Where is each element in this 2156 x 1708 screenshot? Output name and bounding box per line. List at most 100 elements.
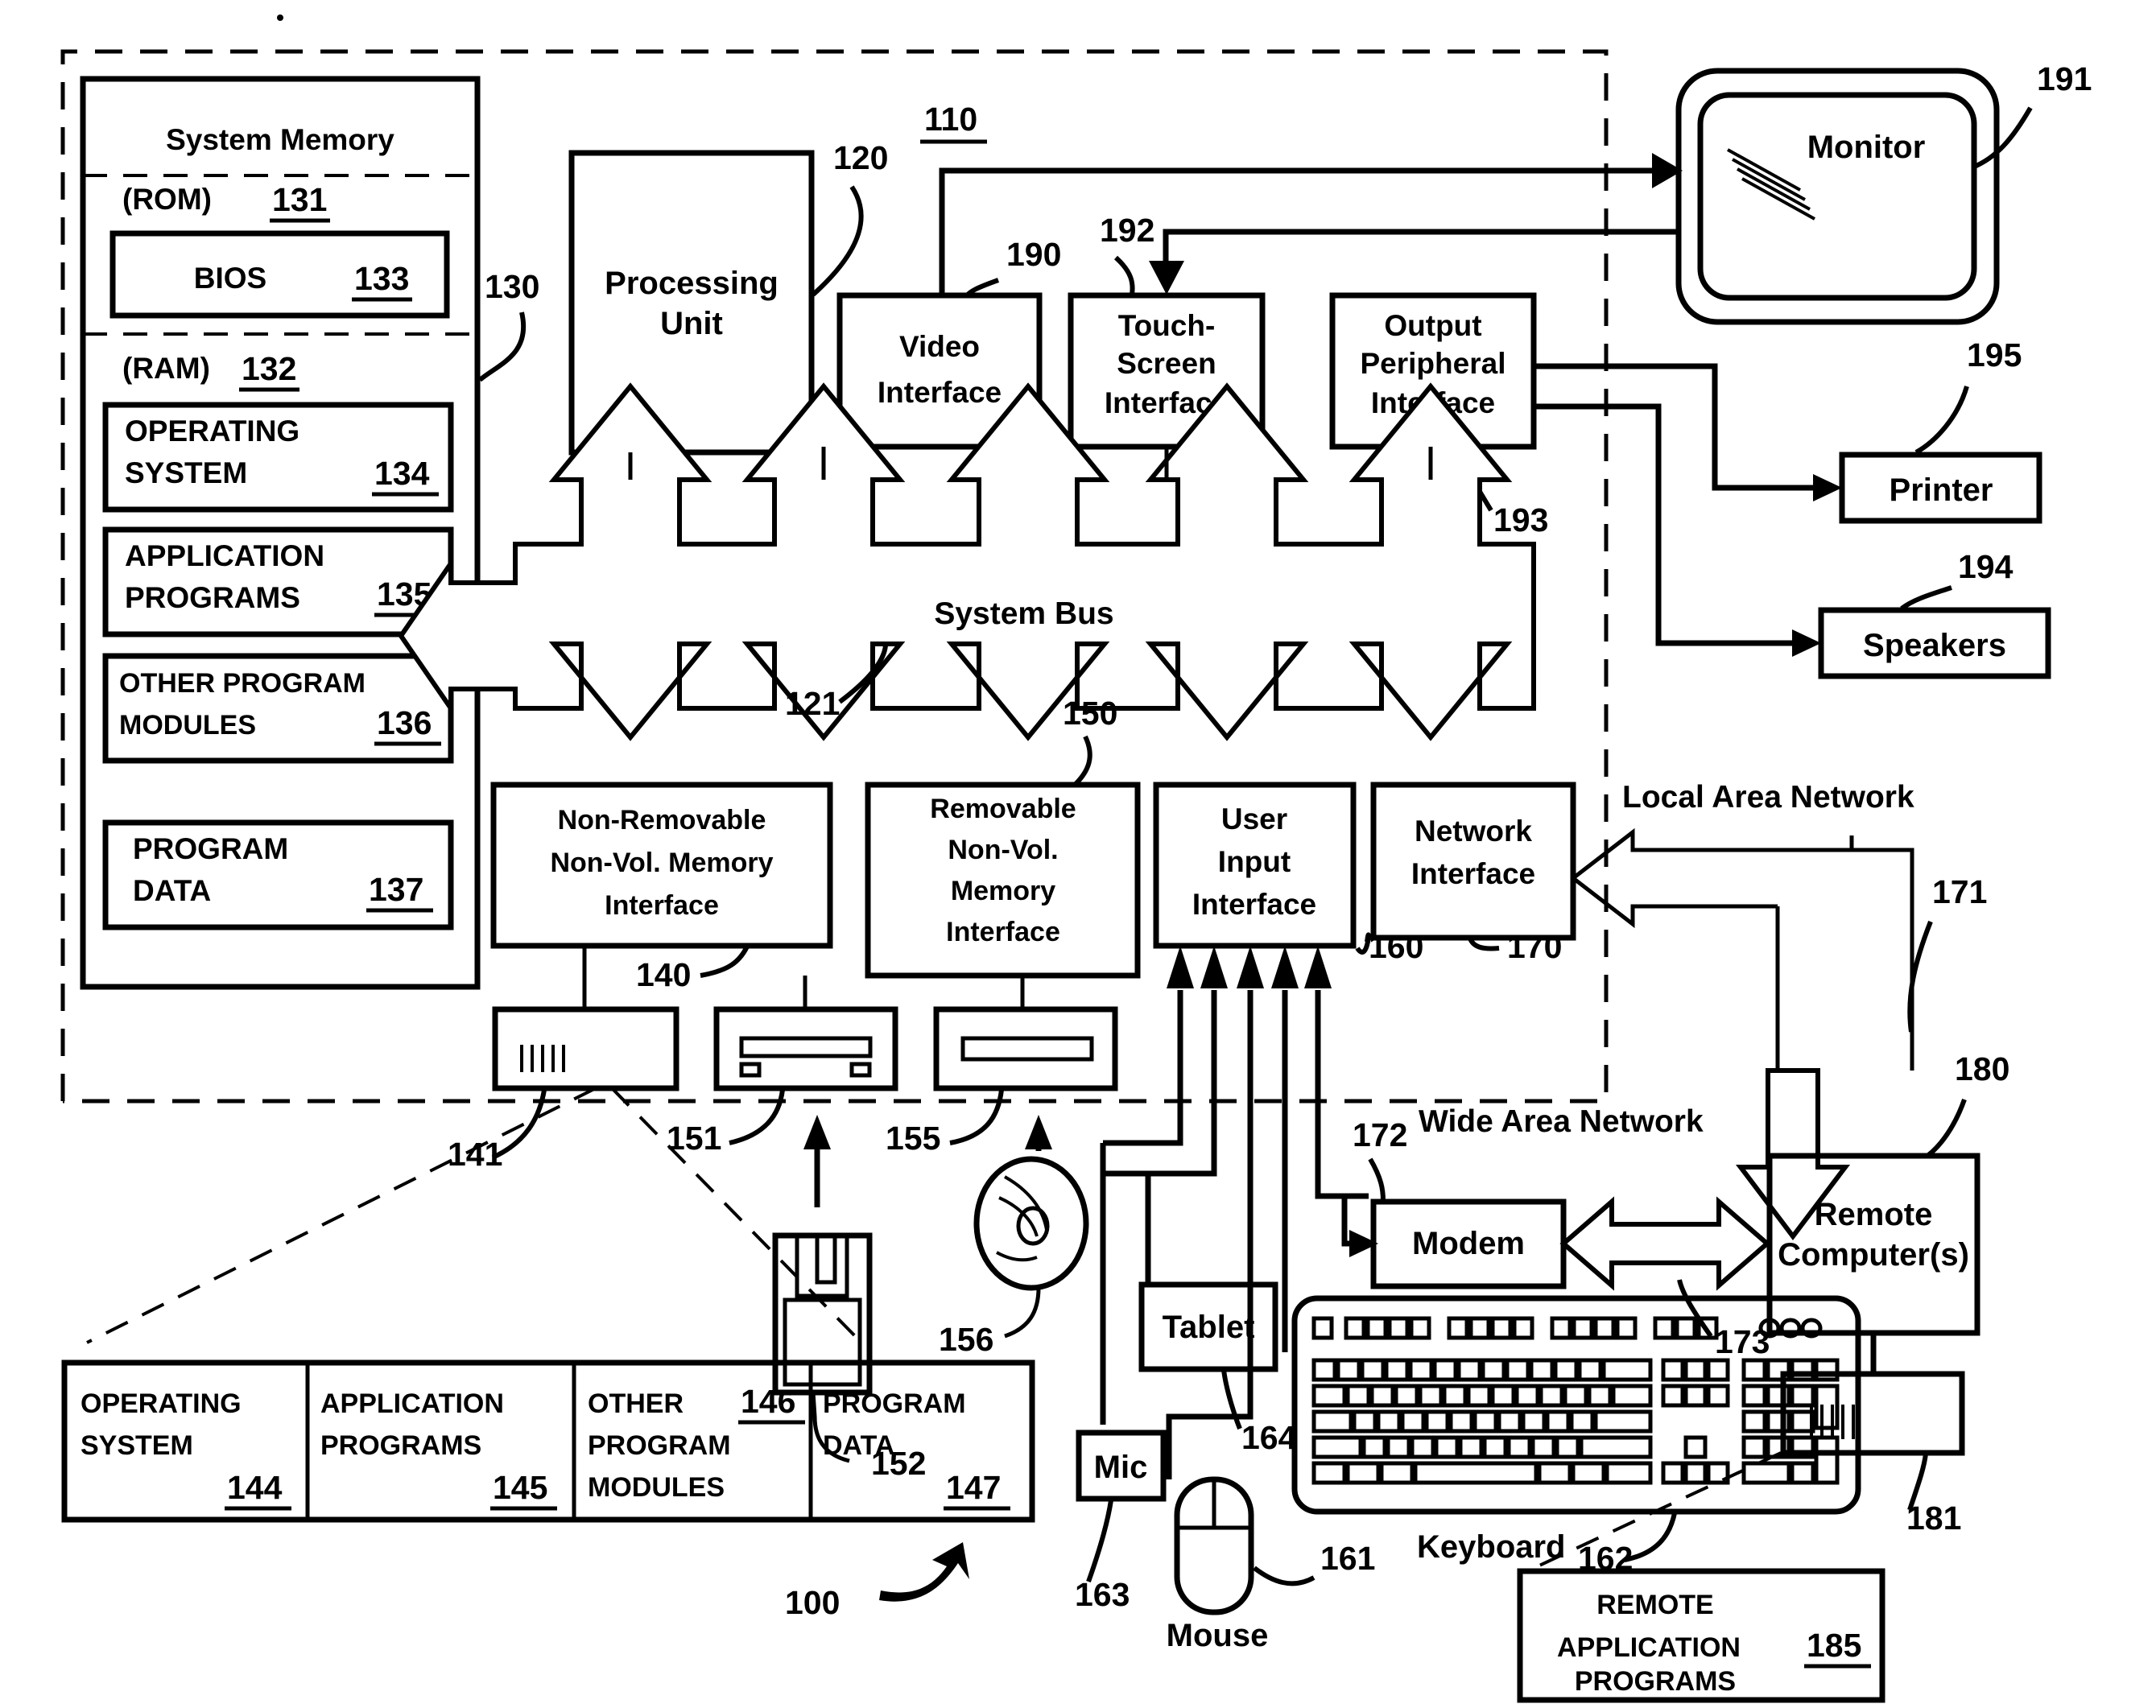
apps-line1: APPLICATION xyxy=(125,539,324,572)
remote-apps-line2: APPLICATION xyxy=(1557,1632,1741,1663)
printer-ref: 195 xyxy=(1967,336,2022,373)
monitor-to-touchscreen-line xyxy=(1163,229,1679,266)
computer-ref: 110 xyxy=(924,101,977,138)
remote-computer-line1: Remote xyxy=(1815,1197,1933,1232)
touchscreen-interface-leader xyxy=(1113,255,1135,295)
processing-unit-ref: 120 xyxy=(833,139,888,176)
lan-link xyxy=(1572,827,1854,929)
removable-leader xyxy=(1073,735,1092,786)
apps-line2: PROGRAMS xyxy=(125,581,300,614)
program-data-ref: 137 xyxy=(369,871,423,908)
optical-drive-leader xyxy=(949,1089,1004,1145)
exp-data-ref: 147 xyxy=(946,1469,1001,1506)
system-memory-title: System Memory xyxy=(166,123,394,156)
video-interface-line1: Video xyxy=(899,330,980,363)
user-input-line1: User xyxy=(1221,802,1287,835)
optical-insert-arrowhead xyxy=(1025,1115,1052,1149)
floppy-slot-icon xyxy=(739,1036,873,1058)
optical-disc-leader xyxy=(1004,1287,1041,1339)
remote-computer-line2: Computer(s) xyxy=(1778,1237,1969,1273)
system-bus-ref: 121 xyxy=(785,685,840,722)
exp-os-ref: 144 xyxy=(227,1469,283,1506)
exp-app-line1: APPLICATION xyxy=(320,1388,504,1419)
speakers-label: Speakers xyxy=(1863,628,2006,663)
removable-line1: Removable xyxy=(930,794,1076,824)
system-bus-label: System Bus xyxy=(934,596,1113,631)
optical-disc-icon xyxy=(973,1156,1089,1291)
mouse-label: Mouse xyxy=(1167,1618,1269,1653)
scan-artifact-dot xyxy=(277,14,283,21)
network-ref: 170 xyxy=(1507,928,1562,965)
other-modules-ref: 136 xyxy=(377,704,432,741)
mic-label: Mic xyxy=(1094,1450,1148,1485)
tablet-leader xyxy=(1221,1369,1242,1430)
expansion-line-right xyxy=(610,1087,863,1344)
processing-unit-line1: Processing xyxy=(605,266,779,301)
optical-slot-icon xyxy=(960,1036,1094,1062)
user-input-line2: Input xyxy=(1218,845,1291,878)
output-to-printer-arrowhead xyxy=(1813,474,1842,501)
monitor-outer-bezel xyxy=(1675,68,2000,325)
exp-app-ref: 145 xyxy=(493,1469,547,1506)
wan-double-arrow xyxy=(1559,1196,1771,1291)
hard-disk-vents-icon xyxy=(520,1045,565,1072)
exp-app-line2: PROGRAMS xyxy=(320,1430,481,1461)
removable-line4: Interface xyxy=(946,917,1060,947)
processing-unit-line2: Unit xyxy=(660,306,723,341)
mic-ref: 163 xyxy=(1075,1576,1130,1613)
speakers-leader xyxy=(1900,585,1952,611)
modem-ref: 172 xyxy=(1353,1116,1407,1153)
system-memory-ref: 130 xyxy=(485,268,539,305)
nonremovable-line2: Non-Vol. Memory xyxy=(550,848,773,878)
exp-other-line2: PROGRAM xyxy=(588,1430,731,1461)
mouse-icon xyxy=(1174,1476,1254,1615)
os-line2: SYSTEM xyxy=(125,456,247,489)
exp-other-line3: MODULES xyxy=(588,1472,725,1503)
os-line1: OPERATING xyxy=(125,415,299,448)
lan-ref: 171 xyxy=(1932,873,1987,910)
ram-ref: 132 xyxy=(242,350,296,387)
network-line1: Network xyxy=(1415,815,1532,848)
monitor-ref: 191 xyxy=(2037,60,2092,97)
processing-unit-leader xyxy=(811,185,864,297)
exp-data-line1: PROGRAM xyxy=(823,1388,966,1419)
exp-other-ref: 146 xyxy=(741,1383,795,1420)
floppy-disk-icon xyxy=(772,1232,873,1396)
nonremovable-line3: Interface xyxy=(605,890,719,921)
nonremovable-ref: 140 xyxy=(636,956,691,993)
user-input-ref: 160 xyxy=(1369,928,1423,965)
video-interface-line2: Interface xyxy=(878,376,1002,409)
output-to-speakers-arrowhead xyxy=(1792,629,1821,657)
exp-other-line1: OTHER xyxy=(588,1388,684,1419)
program-data-line2: DATA xyxy=(133,874,211,907)
lan-wire-right xyxy=(1852,848,1914,1071)
monitor-glare-icon xyxy=(1727,148,1815,221)
floppy-insert-arrowhead xyxy=(803,1115,831,1149)
ram-label: (RAM) xyxy=(122,352,210,385)
tablet-wire xyxy=(1145,1170,1214,1285)
printer-leader xyxy=(1914,386,1969,455)
printer-label: Printer xyxy=(1890,472,1993,508)
wan-ref: 173 xyxy=(1715,1323,1770,1360)
tablet-label: Tablet xyxy=(1163,1310,1255,1345)
rom-label: (ROM) xyxy=(122,183,212,216)
remote-storage-ref: 181 xyxy=(1906,1500,1961,1537)
video-interface-ref: 190 xyxy=(1006,236,1061,273)
exp-data-line2: DATA xyxy=(823,1430,894,1461)
touchscreen-interface-line2: Screen xyxy=(1117,347,1216,380)
remote-apps-line3: PROGRAMS xyxy=(1575,1666,1736,1697)
wan-label: Wide Area Network xyxy=(1419,1104,1704,1139)
user-input-line3: Interface xyxy=(1192,888,1316,921)
block-diagram-svg: System Memory (ROM) 131 BIOS 133 (RAM) 1… xyxy=(60,14,2092,1703)
exp-os-line2: SYSTEM xyxy=(81,1430,193,1461)
modem-input-line xyxy=(1318,1193,1353,1247)
monitor-screen xyxy=(1697,92,1977,301)
user-input-arrows xyxy=(1103,946,1369,1304)
modem-label: Modem xyxy=(1412,1226,1525,1261)
remote-computer-ref: 180 xyxy=(1955,1050,2009,1087)
touchscreen-interface-ref: 192 xyxy=(1100,212,1154,249)
video-to-monitor-line xyxy=(939,167,1658,179)
mouse-ref: 161 xyxy=(1320,1540,1375,1577)
keyboard-label: Keyboard xyxy=(1417,1529,1566,1565)
floppy-button-left-icon xyxy=(739,1062,762,1078)
